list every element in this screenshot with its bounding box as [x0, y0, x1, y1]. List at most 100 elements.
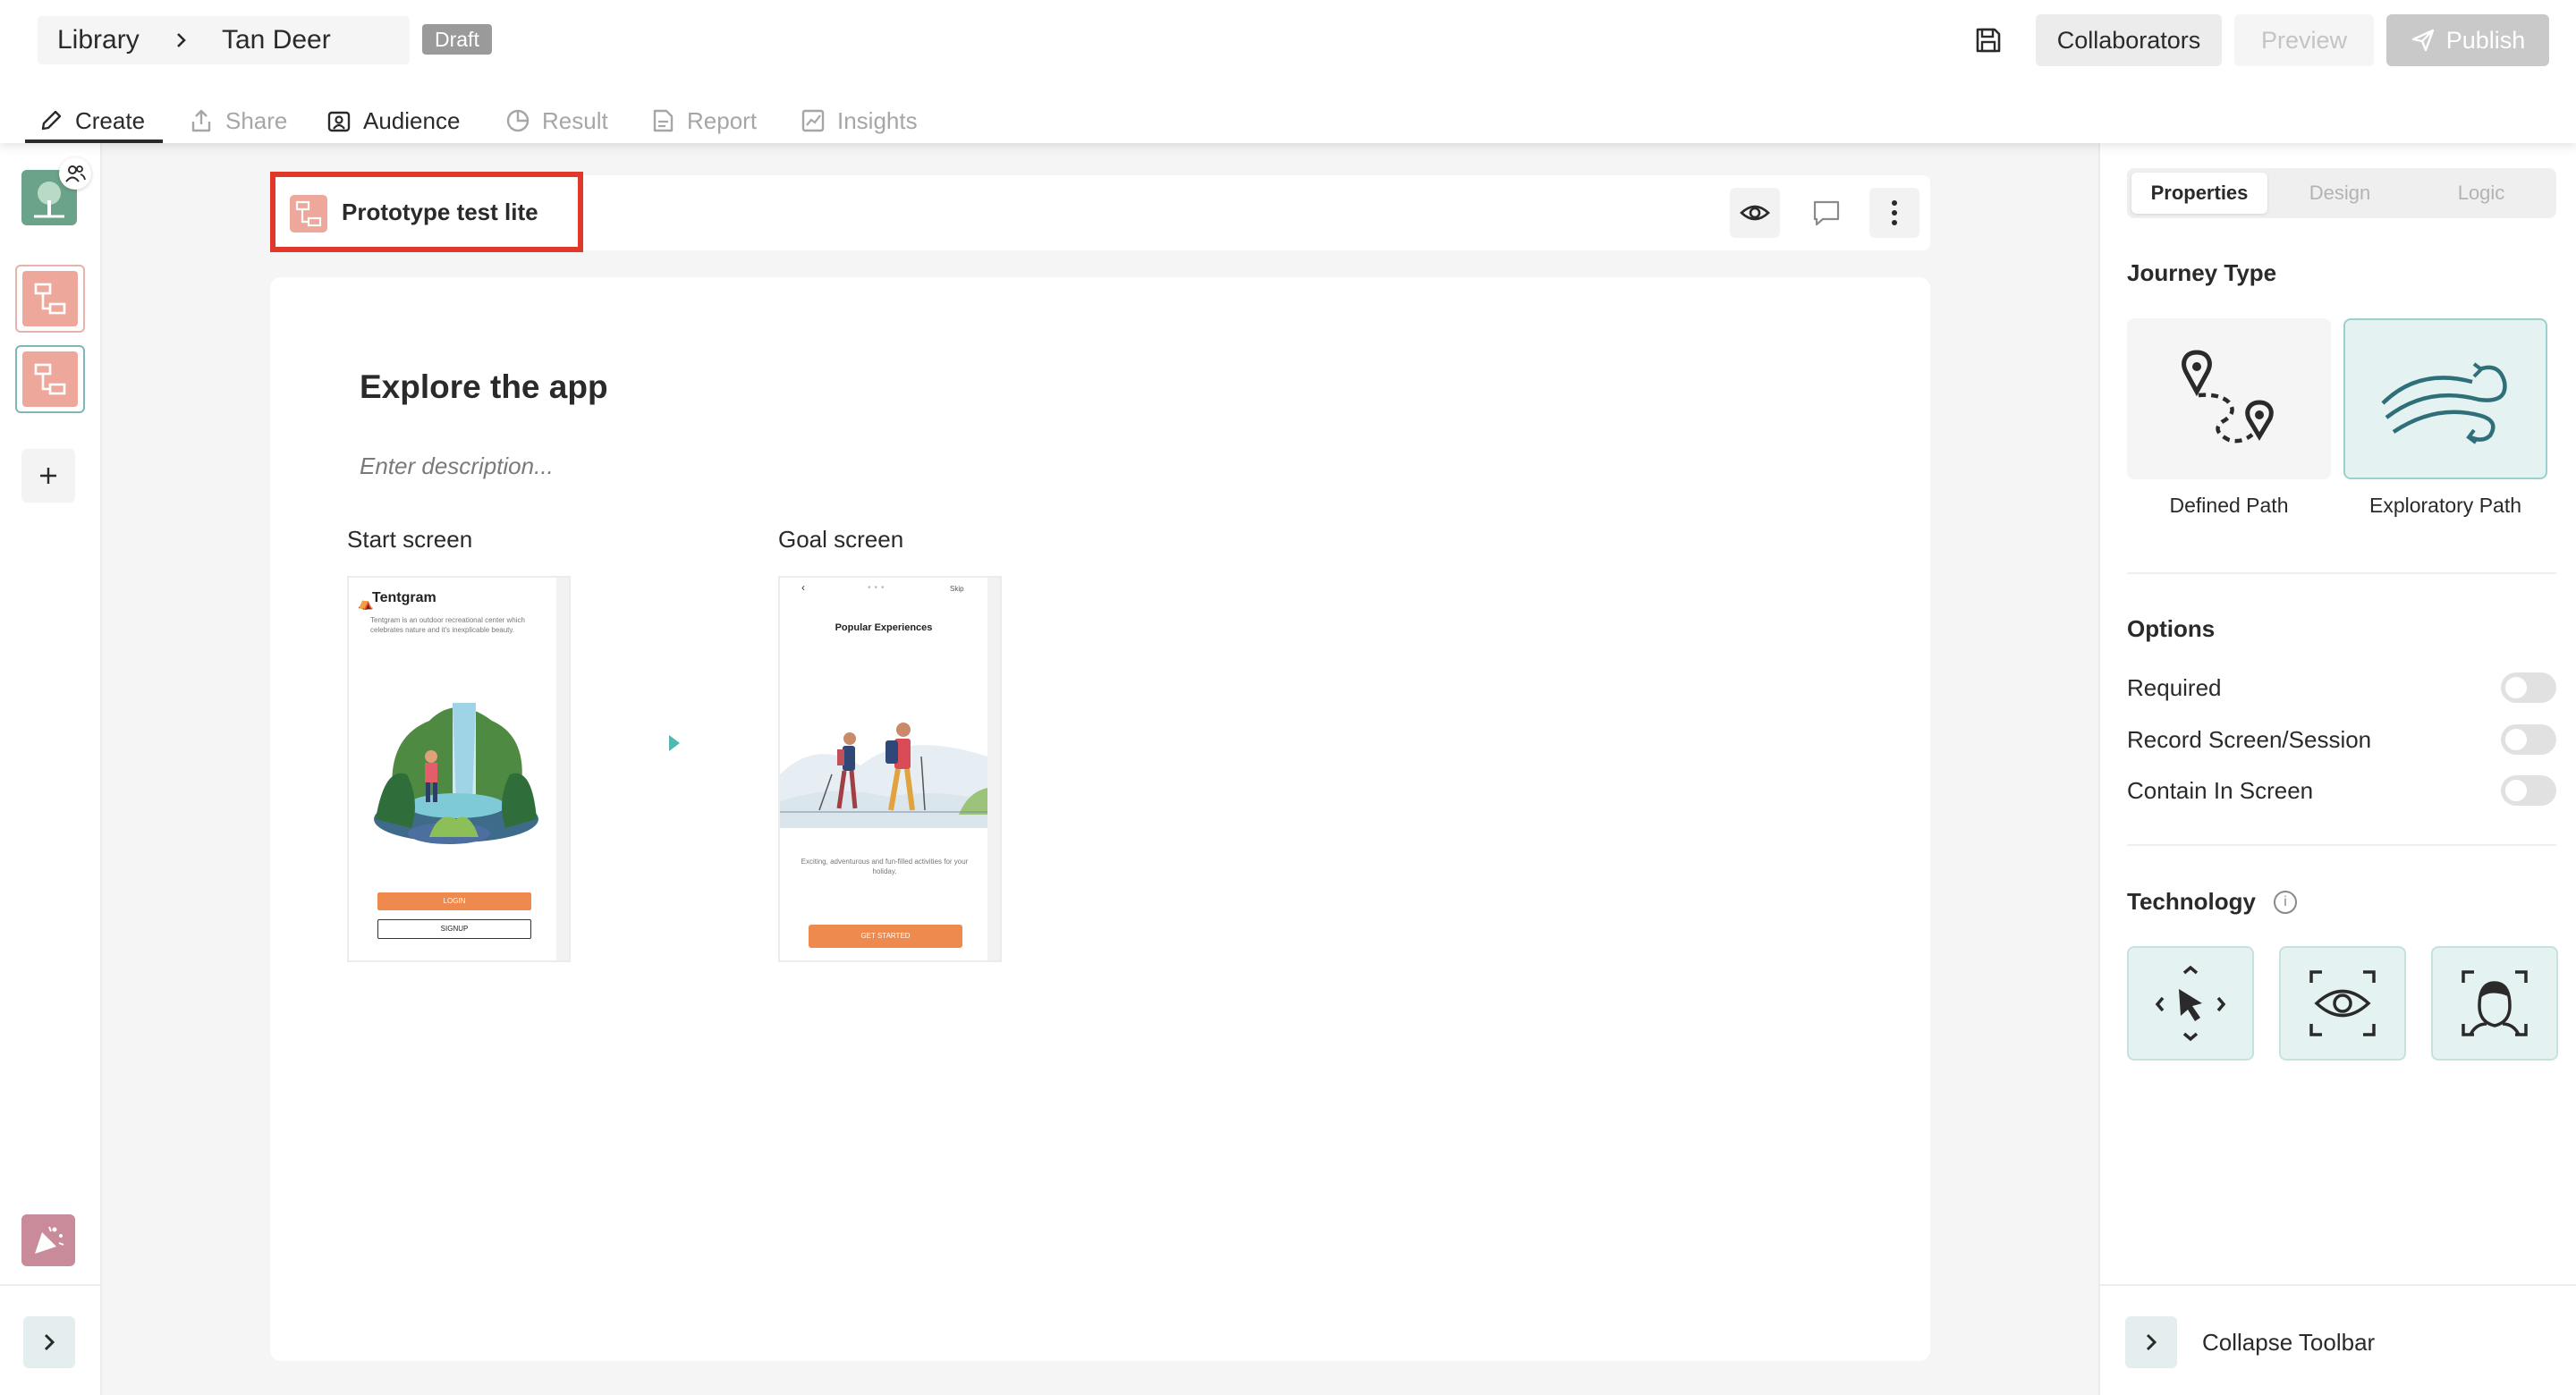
- tab-report[interactable]: Report: [649, 98, 757, 143]
- collapse-toolbar-label[interactable]: Collapse Toolbar: [2202, 1329, 2375, 1357]
- tab-create-label: Create: [75, 106, 146, 134]
- tab-design[interactable]: Design: [2272, 173, 2408, 214]
- mock-blurb: Exciting, adventurous and fun-filled act…: [801, 858, 969, 875]
- chevron-right-icon: [172, 27, 191, 58]
- collaborators-badge[interactable]: [59, 157, 91, 190]
- mock-title: Popular Experiences: [835, 622, 933, 633]
- exploratory-path-icon: [2381, 362, 2507, 444]
- face-tracking-icon: [2462, 970, 2528, 1036]
- goal-screen-thumbnail[interactable]: ‹ ••• Skip Popular Experiences Exciting,…: [778, 576, 1002, 962]
- cursor-navigation-icon: [2155, 965, 2226, 1042]
- tab-share-label: Share: [225, 106, 288, 134]
- mock-back-icon: ‹: [801, 581, 805, 594]
- top-header: Library Tan Deer Draft Collaborators Pre…: [0, 0, 2576, 143]
- mock-skip-label: Skip: [950, 585, 964, 593]
- cursor-tracking-option[interactable]: [2127, 946, 2254, 1061]
- publish-label: Publish: [2445, 27, 2526, 54]
- description-input[interactable]: Enter description...: [360, 452, 554, 480]
- defined-path-option[interactable]: [2127, 318, 2331, 479]
- record-screen-label: Record Screen/Session: [2127, 726, 2372, 753]
- report-icon: [653, 109, 674, 132]
- required-toggle[interactable]: [2501, 672, 2556, 703]
- eye-icon: [1740, 205, 1770, 221]
- goal-screen-label: Goal screen: [778, 526, 904, 553]
- pencil-icon: [41, 110, 62, 131]
- mock-scrollbar: [987, 578, 1000, 960]
- mock-scrollbar: [556, 578, 569, 960]
- mock-pager-dots: •••: [868, 583, 888, 593]
- hikers-illustration: [780, 723, 987, 828]
- prototype-block-icon: [34, 283, 66, 315]
- start-screen-label: Start screen: [347, 526, 473, 553]
- panel-footer-divider: [2098, 1284, 2576, 1286]
- block-title[interactable]: Prototype test lite: [342, 199, 538, 226]
- comment-button[interactable]: [1801, 188, 1852, 238]
- send-icon: [2411, 29, 2434, 52]
- kebab-menu-icon: [1892, 200, 1897, 225]
- defined-path-icon: [2182, 350, 2274, 444]
- project-name[interactable]: Tan Deer: [222, 16, 331, 64]
- users-icon: [65, 165, 86, 182]
- tab-share[interactable]: Share: [188, 98, 287, 143]
- start-screen-thumbnail[interactable]: Tentgram ⛺ Tentgram is an outdoor recrea…: [347, 576, 571, 962]
- question-title[interactable]: Explore the app: [360, 368, 608, 406]
- preview-block-button[interactable]: [1730, 188, 1780, 238]
- tab-insights-label: Insights: [837, 106, 918, 134]
- required-label: Required: [2127, 674, 2222, 701]
- active-tab-indicator: [25, 140, 163, 143]
- eye-tracking-icon: [2309, 970, 2376, 1036]
- prototype-block-icon: [34, 363, 66, 395]
- face-tracking-option[interactable]: [2431, 946, 2558, 1061]
- tab-result-label: Result: [542, 106, 608, 134]
- panel-divider: [2127, 572, 2556, 574]
- mock-brand: Tentgram: [372, 590, 436, 605]
- tab-audience[interactable]: Audience: [326, 98, 460, 143]
- tab-create[interactable]: Create: [38, 98, 145, 143]
- tab-report-label: Report: [687, 106, 758, 134]
- publish-button[interactable]: Publish: [2386, 14, 2549, 66]
- add-block-button[interactable]: [21, 449, 75, 503]
- party-popper-icon: [35, 1226, 64, 1254]
- flow-arrow-icon: [669, 735, 680, 751]
- block-thumbnail-1[interactable]: [15, 265, 85, 333]
- options-heading: Options: [2127, 615, 2216, 642]
- tab-properties[interactable]: Properties: [2131, 173, 2267, 214]
- audience-icon: [327, 111, 351, 132]
- tab-logic[interactable]: Logic: [2413, 173, 2549, 214]
- share-icon: [191, 109, 211, 132]
- plus-icon: [40, 468, 56, 484]
- contain-in-screen-toggle[interactable]: [2501, 775, 2556, 806]
- defined-path-label: Defined Path: [2169, 494, 2289, 517]
- tab-result[interactable]: Result: [504, 98, 608, 143]
- exploratory-path-option-selected[interactable]: [2343, 318, 2547, 479]
- expand-rail-button[interactable]: [23, 1316, 75, 1368]
- mock-login-button: LOGIN: [377, 892, 531, 910]
- collaborators-button[interactable]: Collaborators: [2036, 14, 2222, 66]
- chevron-right-icon: [44, 1333, 55, 1351]
- more-options-button[interactable]: [1869, 188, 1919, 238]
- line-chart-icon: [801, 109, 825, 132]
- preview-button[interactable]: Preview: [2234, 14, 2374, 66]
- eye-tracking-option[interactable]: [2279, 946, 2406, 1061]
- save-icon[interactable]: [1973, 25, 2004, 60]
- record-screen-toggle[interactable]: [2501, 724, 2556, 755]
- collapse-toolbar-button[interactable]: [2125, 1316, 2177, 1368]
- waterfall-illustration: [374, 703, 538, 844]
- tent-logo-icon: ⛺: [358, 596, 374, 610]
- chevron-right-icon: [2146, 1333, 2157, 1351]
- tab-insights[interactable]: Insights: [800, 98, 918, 143]
- pie-chart-icon: [506, 109, 530, 132]
- status-badge: Draft: [422, 24, 492, 55]
- prototype-block-icon: [295, 200, 322, 227]
- tab-audience-label: Audience: [363, 106, 461, 134]
- exploratory-path-label: Exploratory Path: [2368, 494, 2522, 517]
- thank-you-block-thumbnail[interactable]: [21, 1214, 75, 1266]
- rail-divider: [0, 1284, 102, 1286]
- info-icon[interactable]: i: [2274, 891, 2297, 914]
- panel-divider: [2127, 844, 2556, 846]
- mock-blurb: Tentgram is an outdoor recreational cent…: [370, 616, 525, 634]
- block-thumbnail-2-selected[interactable]: [15, 345, 85, 413]
- journey-type-heading: Journey Type: [2127, 259, 2277, 286]
- breadcrumb-library-link[interactable]: Library: [57, 16, 140, 64]
- contain-in-screen-label: Contain In Screen: [2127, 777, 2314, 804]
